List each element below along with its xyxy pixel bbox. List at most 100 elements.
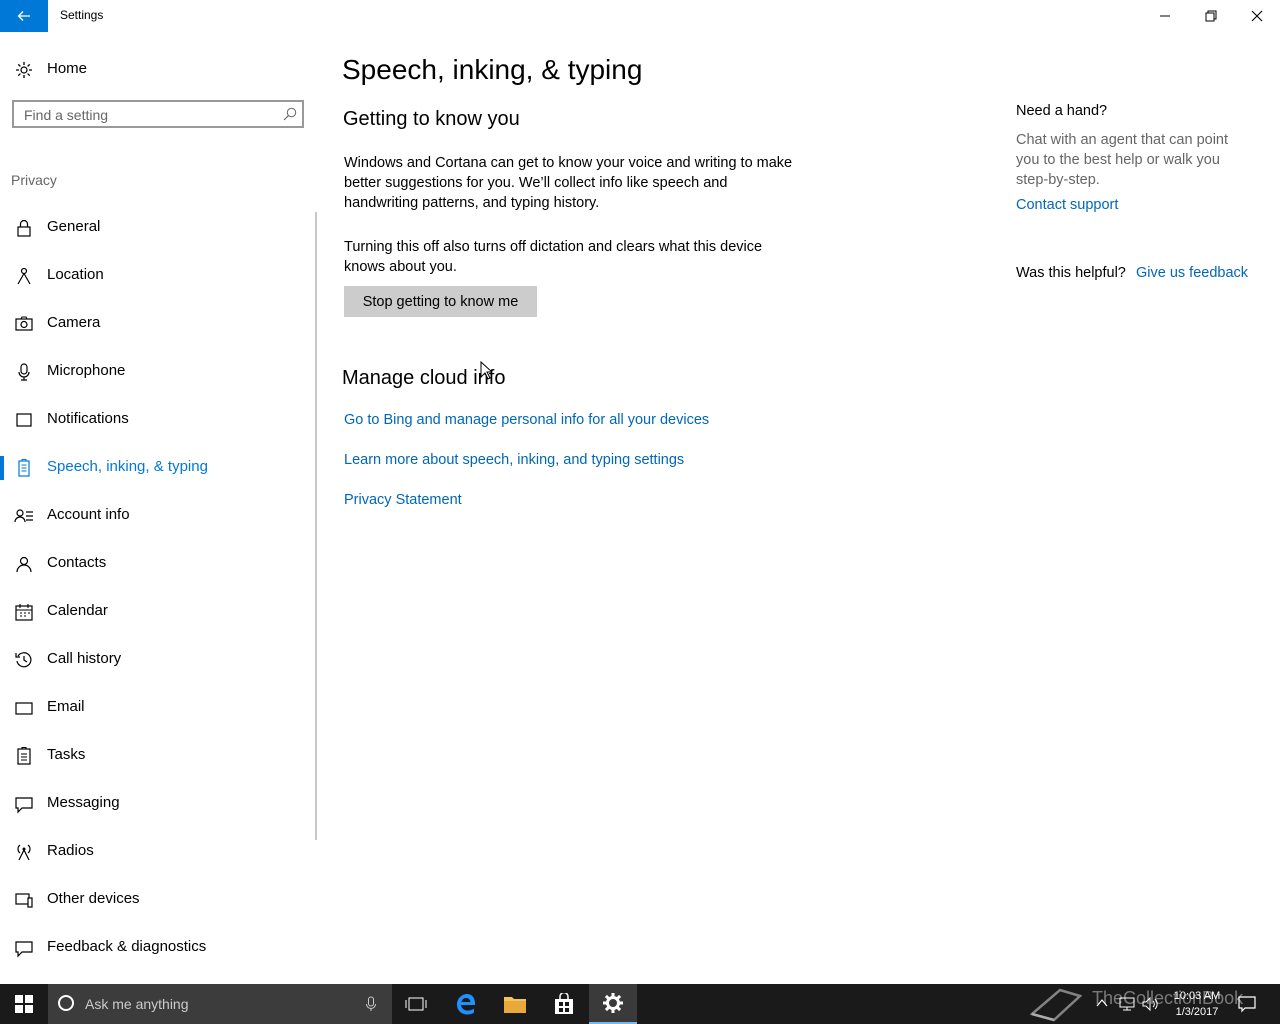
stop-getting-to-know-me-button[interactable]: Stop getting to know me <box>344 286 537 317</box>
edge-icon <box>457 994 476 1015</box>
radios-icon <box>17 844 31 861</box>
sidebar-item-label: Account info <box>47 506 130 523</box>
privacy-group-label: Privacy <box>11 172 57 188</box>
sidebar-item-label: Speech, inking, & typing <box>47 458 208 475</box>
sidebar-item-label: Microphone <box>47 362 126 379</box>
sidebar-item-label: Call history <box>47 650 122 667</box>
task-view-icon <box>405 997 427 1011</box>
book-watermark-icon <box>1030 988 1082 1022</box>
sidebar-item-radios[interactable]: Radios <box>0 828 310 876</box>
sidebar-item-camera[interactable]: Camera <box>0 300 310 348</box>
chevron-up-icon[interactable] <box>1096 998 1108 1008</box>
page-title: Speech, inking, & typing <box>342 54 643 85</box>
bing-personal-info-link[interactable]: Go to Bing and manage personal info for … <box>344 412 709 428</box>
sidebar-item-contacts[interactable]: Contacts <box>0 540 310 588</box>
gear-icon <box>603 993 623 1013</box>
privacy-statement-link[interactable]: Privacy Statement <box>344 492 462 508</box>
sidebar-scrollbar[interactable] <box>315 212 317 840</box>
sidebar-item-speech-inking-typing[interactable]: Speech, inking, & typing <box>0 444 310 492</box>
gear-icon <box>16 62 32 78</box>
network-icon[interactable] <box>1118 996 1136 1012</box>
getting-to-know-description: Windows and Cortana can get to know your… <box>344 155 793 211</box>
home-label: Home <box>47 60 88 77</box>
account-info-icon <box>14 509 33 523</box>
cortana-search-placeholder: Ask me anything <box>85 996 189 1012</box>
contact-support-link[interactable]: Contact support <box>1016 197 1118 213</box>
email-icon <box>15 702 33 715</box>
minimize-button[interactable] <box>1142 0 1188 32</box>
sidebar-item-label: General <box>47 218 101 235</box>
minimize-icon <box>1160 15 1170 17</box>
sidebar-item-label: Notifications <box>47 410 129 427</box>
title-bar: Settings <box>0 0 1280 32</box>
search-icon[interactable] <box>282 106 298 122</box>
sidebar-item-account-info[interactable]: Account info <box>0 492 310 540</box>
camera-icon <box>15 316 33 331</box>
close-button[interactable] <box>1234 0 1280 32</box>
contacts-icon <box>16 556 32 573</box>
sidebar-item-general[interactable]: General <box>0 204 310 252</box>
mouse-cursor-icon <box>480 361 492 380</box>
cortana-icon <box>58 995 74 1011</box>
help-description: Chat with an agent that can point you to… <box>1016 132 1229 188</box>
microphone-icon <box>18 363 30 381</box>
sidebar-item-label: Messaging <box>47 794 120 811</box>
sidebar-item-label: Tasks <box>47 746 86 763</box>
sidebar-item-label: Contacts <box>47 554 107 571</box>
file-explorer-button[interactable] <box>491 984 539 1024</box>
sidebar-item-label: Feedback & diagnostics <box>47 938 207 955</box>
sidebar-item-notifications[interactable]: Notifications <box>0 396 310 444</box>
back-button[interactable] <box>0 0 48 32</box>
search-box[interactable] <box>12 100 304 128</box>
active-indicator <box>0 456 4 480</box>
tasks-icon <box>17 746 31 765</box>
sidebar-home[interactable]: Home <box>0 52 320 86</box>
action-center-icon[interactable] <box>1238 995 1256 1013</box>
was-this-helpful-label: Was this helpful? <box>1016 265 1126 281</box>
close-icon <box>1251 10 1263 22</box>
speech-icon <box>18 459 30 477</box>
back-arrow-icon <box>17 11 30 21</box>
sidebar-item-call-history[interactable]: Call history <box>0 636 310 684</box>
windows-logo-icon <box>15 995 33 1013</box>
location-icon <box>17 267 31 285</box>
sidebar-item-messaging[interactable]: Messaging <box>0 780 310 828</box>
sidebar-item-label: Calendar <box>47 602 108 619</box>
taskbar: Ask me anything TheCollectionBook 10:03 … <box>0 984 1280 1024</box>
give-feedback-link[interactable]: Give us feedback <box>1136 265 1248 281</box>
sidebar-item-label: Camera <box>47 314 101 331</box>
messaging-icon <box>15 797 33 814</box>
sidebar-item-email[interactable]: Email <box>0 684 310 732</box>
calendar-icon <box>15 604 33 621</box>
sidebar: Home Privacy General Location Camera Mic… <box>0 32 320 984</box>
volume-icon[interactable] <box>1142 996 1160 1012</box>
window-title: Settings <box>60 8 104 22</box>
need-a-hand-title: Need a hand? <box>1016 103 1108 119</box>
sidebar-item-tasks[interactable]: Tasks <box>0 732 310 780</box>
section-heading-getting-to-know-you: Getting to know you <box>343 108 520 130</box>
restore-icon <box>1205 10 1217 22</box>
sidebar-item-calendar[interactable]: Calendar <box>0 588 310 636</box>
microphone-icon[interactable] <box>364 996 378 1012</box>
search-input[interactable] <box>14 102 276 128</box>
cortana-search-box[interactable]: Ask me anything <box>48 984 392 1024</box>
lock-icon <box>17 219 31 237</box>
edge-browser-button[interactable] <box>442 984 490 1024</box>
settings-taskbar-button[interactable] <box>589 984 637 1024</box>
sidebar-item-location[interactable]: Location <box>0 252 310 300</box>
sidebar-item-label: Email <box>47 698 85 715</box>
sidebar-item-feedback-diagnostics[interactable]: Feedback & diagnostics <box>0 924 310 972</box>
store-button[interactable] <box>540 984 588 1024</box>
learn-more-link[interactable]: Learn more about speech, inking, and typ… <box>344 452 684 468</box>
feedback-icon <box>15 941 33 958</box>
system-clock[interactable]: 10:03 AM 1/3/2017 <box>1163 988 1231 1020</box>
task-view-button[interactable] <box>392 984 440 1024</box>
other-devices-icon <box>15 893 33 908</box>
notifications-icon <box>16 413 32 427</box>
sidebar-item-label: Other devices <box>47 890 140 907</box>
start-button[interactable] <box>0 984 48 1024</box>
sidebar-item-other-devices[interactable]: Other devices <box>0 876 310 924</box>
sidebar-item-microphone[interactable]: Microphone <box>0 348 310 396</box>
restore-button[interactable] <box>1188 0 1234 32</box>
turning-off-description: Turning this off also turns off dictatio… <box>344 239 763 275</box>
